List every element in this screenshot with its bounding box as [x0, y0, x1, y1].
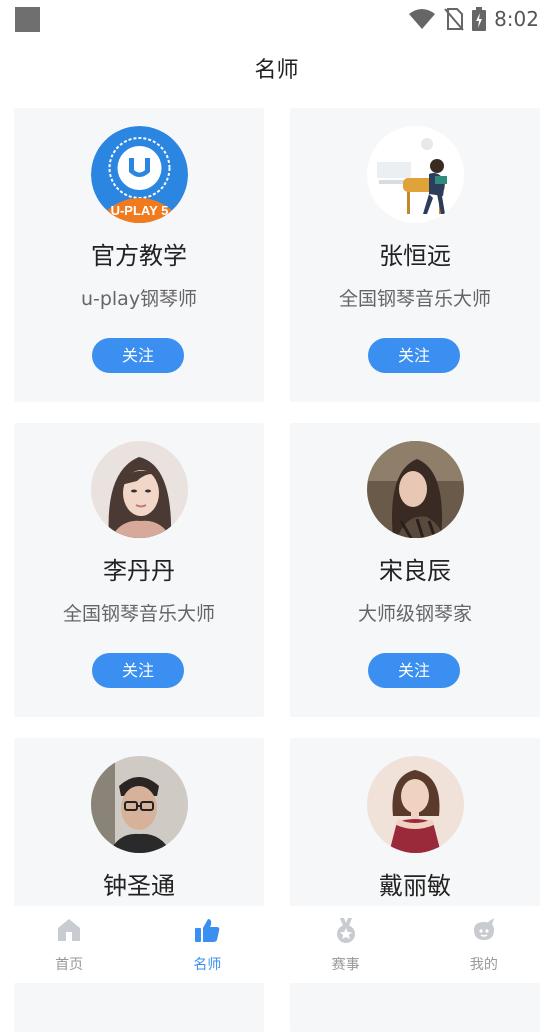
logo-text: U-PLAY 5 [111, 203, 169, 218]
nav-item-profile[interactable]: 我的 [415, 906, 553, 983]
teacher-card[interactable]: 宋良辰 大师级钢琴家 关注 [290, 423, 540, 717]
teacher-name: 张恒远 [379, 242, 451, 270]
notification-icon [15, 7, 40, 32]
thumbs-up-icon [193, 916, 221, 948]
teacher-card[interactable]: U-PLAY 5 官方教学 u-play钢琴师 关注 [14, 108, 264, 402]
avatar [91, 756, 188, 853]
teacher-card[interactable]: 钟圣通 [14, 738, 264, 1032]
avatar [91, 441, 188, 538]
status-bar: 8:02 [0, 0, 553, 40]
battery-icon [472, 7, 487, 31]
teacher-card[interactable]: 李丹丹 全国钢琴音乐大师 关注 [14, 423, 264, 717]
teacher-card[interactable]: 张恒远 全国钢琴音乐大师 关注 [290, 108, 540, 402]
nav-label: 名师 [193, 957, 222, 973]
bottom-nav: 首页 名师 赛事 我的 [0, 906, 553, 983]
follow-button[interactable]: 关注 [92, 338, 184, 373]
nav-item-events[interactable]: 赛事 [277, 906, 415, 983]
teacher-name: 官方教学 [91, 242, 187, 270]
nav-label: 赛事 [331, 957, 360, 973]
avatar [367, 441, 464, 538]
follow-button[interactable]: 关注 [368, 653, 460, 688]
nav-item-home[interactable]: 首页 [0, 906, 138, 983]
teacher-card[interactable]: 戴丽敏 [290, 738, 540, 1032]
follow-button[interactable]: 关注 [368, 338, 460, 373]
teacher-title: 大师级钢琴家 [357, 603, 472, 625]
avatar [367, 126, 464, 223]
medal-icon [332, 916, 360, 948]
teacher-title: 全国钢琴音乐大师 [338, 288, 491, 310]
avatar [367, 756, 464, 853]
profile-icon [470, 916, 498, 948]
nav-label: 我的 [469, 957, 498, 973]
home-icon [55, 916, 83, 948]
clock: 8:02 [494, 7, 539, 31]
teacher-name: 宋良辰 [379, 557, 451, 585]
no-sim-icon [444, 7, 464, 31]
wifi-icon [408, 8, 436, 30]
teacher-title: u-play钢琴师 [80, 288, 198, 310]
page-title: 名师 [254, 58, 299, 83]
teacher-title: 全国钢琴音乐大师 [62, 603, 215, 625]
teacher-name: 戴丽敏 [379, 872, 451, 900]
follow-button[interactable]: 关注 [92, 653, 184, 688]
nav-item-teachers[interactable]: 名师 [138, 906, 276, 983]
status-icons: 8:02 [408, 6, 539, 32]
nav-label: 首页 [55, 957, 84, 973]
teacher-name: 钟圣通 [103, 872, 175, 900]
avatar: U-PLAY 5 [91, 126, 188, 223]
teacher-name: 李丹丹 [103, 557, 175, 585]
